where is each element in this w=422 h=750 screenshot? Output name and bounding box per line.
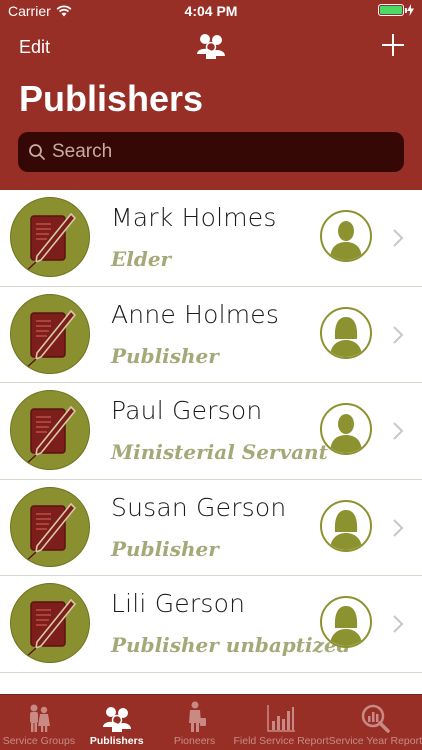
publisher-role: Publisher xyxy=(111,343,219,368)
publisher-row[interactable]: Susan Gerson Publisher xyxy=(0,480,422,576)
report-icon xyxy=(10,197,90,277)
male-avatar-icon xyxy=(320,403,372,455)
chevron-right-icon xyxy=(393,518,404,537)
edit-button[interactable]: Edit xyxy=(19,37,50,58)
status-bar: Carrier 4:04 PM xyxy=(0,0,422,22)
battery-icon xyxy=(378,4,407,16)
report-icon xyxy=(10,583,90,663)
publisher-role: Publisher unbaptized xyxy=(111,633,351,657)
chevron-right-icon xyxy=(393,229,404,247)
tab-service-groups[interactable]: Service Groups xyxy=(0,695,78,750)
publisher-name: Anne Holmes xyxy=(111,299,280,329)
tab-field-service-report[interactable]: Field Service Report xyxy=(233,695,329,750)
status-right xyxy=(378,4,414,16)
tab-label: Field Service Report xyxy=(233,735,329,747)
header: Carrier 4:04 PM Edit Publishers xyxy=(0,0,422,190)
report-icon xyxy=(10,293,90,374)
publisher-name: Lili Gerson xyxy=(111,589,246,618)
chevron-right-icon xyxy=(393,325,404,344)
publisher-role: Ministerial Servant xyxy=(111,440,328,464)
publisher-role: Elder xyxy=(111,247,172,271)
tab-label: Service Groups xyxy=(2,735,76,747)
male-avatar-icon xyxy=(320,210,372,262)
publisher-list: Mark Holmes Elder Anne Holmes Publisher … xyxy=(0,190,422,694)
status-time: 4:04 PM xyxy=(184,3,238,19)
tab-pioneers[interactable]: Pioneers xyxy=(156,695,234,750)
page-title: Publishers xyxy=(19,78,204,119)
add-icon[interactable] xyxy=(382,34,404,56)
service-groups-icon xyxy=(29,704,50,732)
tab-label: Publishers xyxy=(89,735,144,747)
publishers-icon xyxy=(195,32,227,65)
publisher-name: Mark Holmes xyxy=(111,203,277,232)
publisher-role: Publisher xyxy=(111,536,219,561)
tab-service-year-report[interactable]: Service Year Report xyxy=(329,695,422,750)
publisher-name: Susan Gerson xyxy=(111,492,287,522)
publisher-row[interactable]: Lili Gerson Publisher unbaptized xyxy=(0,576,422,673)
tab-label: Service Year Report xyxy=(328,735,422,747)
charging-bolt-icon xyxy=(407,4,414,16)
female-avatar-icon xyxy=(320,306,372,359)
tab-publishers[interactable]: Publishers xyxy=(78,695,156,750)
bar-chart-icon xyxy=(267,705,296,732)
publisher-row[interactable]: Paul Gerson Ministerial Servant xyxy=(0,383,422,480)
pioneers-icon xyxy=(188,701,206,732)
chevron-right-icon xyxy=(393,422,404,440)
publisher-row[interactable]: Mark Holmes Elder xyxy=(0,190,422,287)
chevron-right-icon xyxy=(393,615,404,633)
report-icon xyxy=(10,390,90,470)
tab-label: Pioneers xyxy=(173,735,216,747)
search-bar[interactable] xyxy=(18,132,404,172)
search-icon xyxy=(29,144,45,160)
chart-search-icon xyxy=(362,704,391,733)
report-icon xyxy=(10,486,90,567)
female-avatar-icon xyxy=(320,499,372,552)
female-avatar-icon xyxy=(320,596,372,648)
tab-bar: Service Groups Publishers Pioneers Field… xyxy=(0,694,422,750)
publisher-row[interactable]: Anne Holmes Publisher xyxy=(0,287,422,383)
publisher-name: Paul Gerson xyxy=(111,396,263,425)
search-input[interactable] xyxy=(52,141,382,163)
publishers-icon xyxy=(102,707,131,732)
